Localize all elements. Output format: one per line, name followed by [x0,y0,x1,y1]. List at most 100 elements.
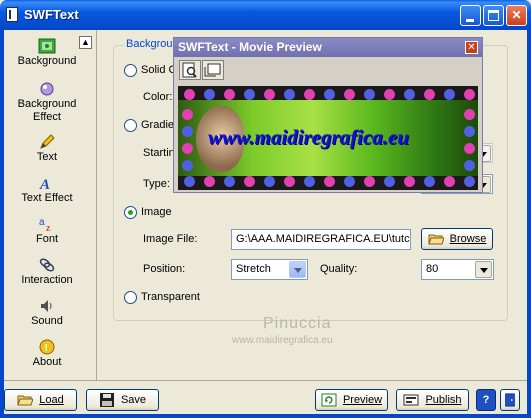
banner-dot [284,89,295,100]
sidebar-item-label: Interaction [21,274,73,286]
text-effect-icon: A [39,177,50,191]
movie-preview-title: SWFText - Movie Preview [178,40,322,54]
preview-button[interactable]: Preview [315,389,388,411]
fit-window-icon [204,63,221,77]
banner-dot [464,89,475,100]
app-icon [6,7,18,22]
banner-dot [264,89,275,100]
publish-icon [403,394,419,406]
sidebar-item-font[interactable]: a z Font [4,216,90,246]
banner-dot [204,176,215,187]
banner-dot [184,176,195,187]
quality-select[interactable]: 80 [421,259,494,280]
save-button[interactable]: Save [86,389,159,411]
solid-color-label: Solid C [141,64,177,76]
background-effect-icon [40,82,54,96]
banner-dot [304,89,315,100]
sidebar-item-text-effect[interactable]: A Text Effect [4,175,90,205]
color-label: Color: [143,91,173,103]
banner-dot [182,160,193,171]
close-button[interactable]: ✕ [506,5,527,26]
banner-dot [464,176,475,187]
window-frame-right [527,30,531,418]
banner-dot [464,160,475,171]
sidebar-item-background-effect[interactable]: Background Effect [4,81,90,124]
svg-text:!: ! [45,343,48,354]
load-button[interactable]: Load [4,389,77,411]
movie-preview-stage: www.maidiregrafica.eu [178,86,478,190]
banner-dot [364,89,375,100]
sidebar-item-text[interactable]: Text [4,134,90,164]
browse-button[interactable]: Browse [421,228,493,250]
banner-dot [204,89,215,100]
watermark-name: Pinuccia [263,315,332,332]
preview-refresh-icon [321,393,337,407]
sidebar-item-label: Text Effect [21,192,73,204]
publish-button-label: Publish [425,394,462,407]
banner-dot [244,89,255,100]
sidebar-item-label: Background Effect [17,98,77,123]
preview-button-label: Preview [342,394,383,407]
minimize-button[interactable] [460,5,481,26]
help-icon: ? [482,394,490,406]
movie-preview-close-button[interactable]: ✕ [465,41,478,54]
about-icon: ! [39,339,55,355]
help-button[interactable]: ? [476,389,496,411]
fit-preview-button[interactable] [202,60,224,80]
browse-button-label: Browse [449,233,487,246]
image-radio[interactable] [124,206,137,219]
publish-button[interactable]: Publish [396,389,469,411]
movie-preview-title-bar[interactable]: SWFText - Movie Preview [174,38,482,57]
window-frame-bottom [4,414,527,418]
banner-dot [324,89,335,100]
banner-dot [264,176,275,187]
sidebar-item-sound[interactable]: Sound [4,298,90,328]
banner-dot [404,176,415,187]
banner-dot [284,176,295,187]
sidebar-item-interaction[interactable]: Interaction [4,257,90,287]
transparent-label: Transparent [141,291,200,303]
sidebar-item-about[interactable]: ! About [4,339,90,369]
banner-dot [184,89,195,100]
banner-dot [424,89,435,100]
sidebar-item-background[interactable]: Background [4,38,90,68]
load-button-label: Load [39,394,64,407]
image-file-input[interactable]: G:\AAA.MAIDIREGRAFICA.EU\tutc [231,229,411,250]
folder-open-icon [427,234,444,245]
transparent-radio[interactable] [124,291,137,304]
background-icon [38,38,56,54]
banner-dot [344,176,355,187]
sidebar-item-label: Background [17,55,77,67]
maximize-button[interactable] [483,5,504,26]
position-select[interactable]: Stretch [231,259,308,280]
sidebar-item-label: Text [36,151,58,163]
folder-open-icon [17,395,34,406]
banner-dot [224,89,235,100]
floppy-disk-icon [99,393,114,408]
exit-button[interactable] [500,389,520,411]
banner-dot [364,176,375,187]
banner-dot [182,126,193,137]
zoom-preview-button[interactable] [179,60,201,80]
gradient-label: Gradie [141,119,175,131]
svg-text:z: z [46,223,51,232]
text-pencil-icon [40,134,55,149]
banner-dot [404,89,415,100]
gradient-radio[interactable] [124,119,137,132]
interaction-icon [39,258,55,272]
save-button-label: Save [120,394,147,407]
banner-dot [384,89,395,100]
quality-select-value: 80 [426,263,439,275]
movie-preview-window[interactable]: SWFText - Movie Preview ✕ www.maidiregra… [173,37,483,193]
watermark-url: www.maidiregrafica.eu [232,335,333,346]
maximize-icon [488,10,499,21]
gradient-type-label: Type: [143,178,170,190]
banner-dot [244,176,255,187]
banner-dot [324,176,335,187]
chevron-down-icon [475,261,492,278]
banner-dot [182,109,193,120]
position-label: Position: [143,263,186,275]
svg-text:A: A [39,177,50,191]
solid-color-radio[interactable] [124,64,137,77]
image-file-label: Image File: [143,233,198,245]
